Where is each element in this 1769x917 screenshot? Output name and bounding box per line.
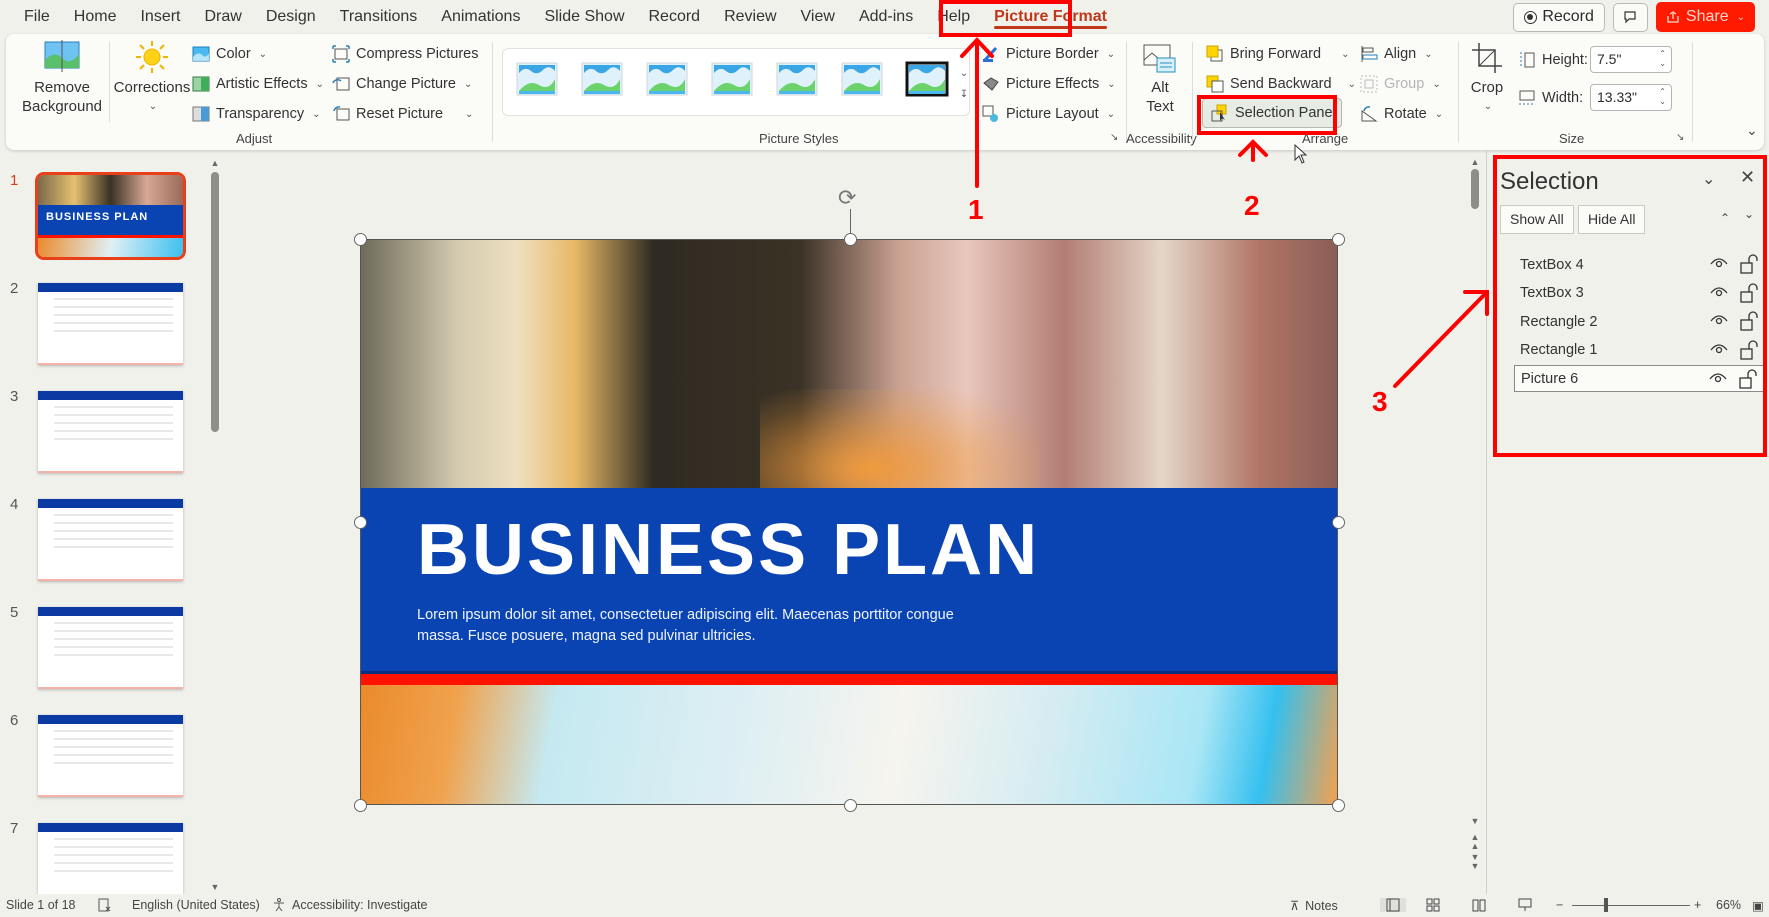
accessibility-label: Accessibility: Investigate [292,898,428,912]
annotation-arrow-3 [1393,290,1489,388]
fit-to-window-icon[interactable]: ▣ [1752,898,1764,913]
zoom-level[interactable]: 66% [1716,898,1741,912]
normal-view-icon [1386,898,1400,912]
annotation-arrow-1 [960,37,994,188]
annotation-number-2: 2 [1244,190,1260,221]
slideshow-icon [1518,898,1532,911]
zoom-slider[interactable] [1572,905,1690,906]
status-bar: Slide 1 of 18 English (United States) Ac… [0,894,1769,917]
annotation-arrows [960,37,1489,388]
slide-counter: Slide 1 of 18 [6,898,76,912]
zoom-slider-thumb[interactable] [1604,898,1608,912]
zoom-out-button[interactable]: − [1556,898,1563,912]
reading-view-button[interactable] [1472,898,1486,912]
annotation-number-1: 1 [968,194,984,225]
slide-sorter-icon [1426,898,1440,912]
notes-button[interactable]: ⊼ Notes [1290,898,1338,914]
spellcheck-icon[interactable] [98,898,112,912]
accessibility-status[interactable]: Accessibility: Investigate [272,898,427,912]
zoom-in-button[interactable]: + [1694,898,1701,912]
mouse-cursor-icon [1294,144,1308,164]
accessibility-icon [274,898,284,912]
notes-icon: ⊼ [1290,899,1300,913]
notes-label: Notes [1305,898,1338,913]
normal-view-button[interactable] [1380,898,1406,912]
annotation-number-3: 3 [1372,386,1388,417]
reading-view-icon [1472,899,1486,912]
annotation-arrow-2 [1238,139,1268,162]
language-status[interactable]: English (United States) [132,898,260,912]
slideshow-button[interactable] [1518,898,1532,912]
slide-sorter-button[interactable] [1426,898,1440,912]
